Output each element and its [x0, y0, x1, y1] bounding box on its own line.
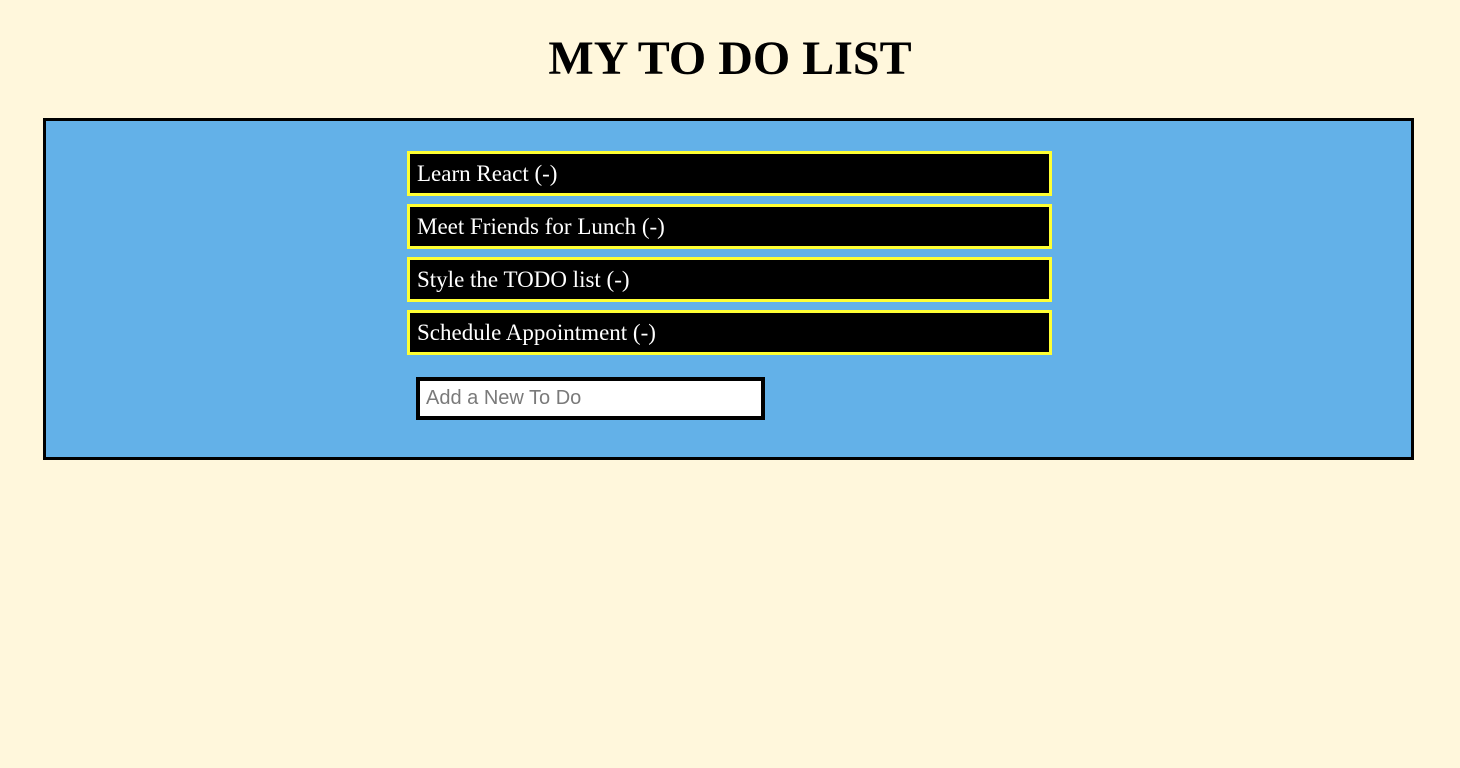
todo-item-learn-react[interactable]: Learn React (-)	[407, 151, 1052, 196]
page-title: MY TO DO LIST	[548, 32, 912, 85]
todo-item-meet-friends[interactable]: Meet Friends for Lunch (-)	[407, 204, 1052, 249]
todo-list: Learn React (-) Meet Friends for Lunch (…	[407, 151, 1052, 363]
todo-item-schedule-appointment[interactable]: Schedule Appointment (-)	[407, 310, 1052, 355]
new-todo-input[interactable]	[416, 377, 765, 420]
todo-item-style-list[interactable]: Style the TODO list (-)	[407, 257, 1052, 302]
todo-panel: Learn React (-) Meet Friends for Lunch (…	[43, 118, 1414, 460]
